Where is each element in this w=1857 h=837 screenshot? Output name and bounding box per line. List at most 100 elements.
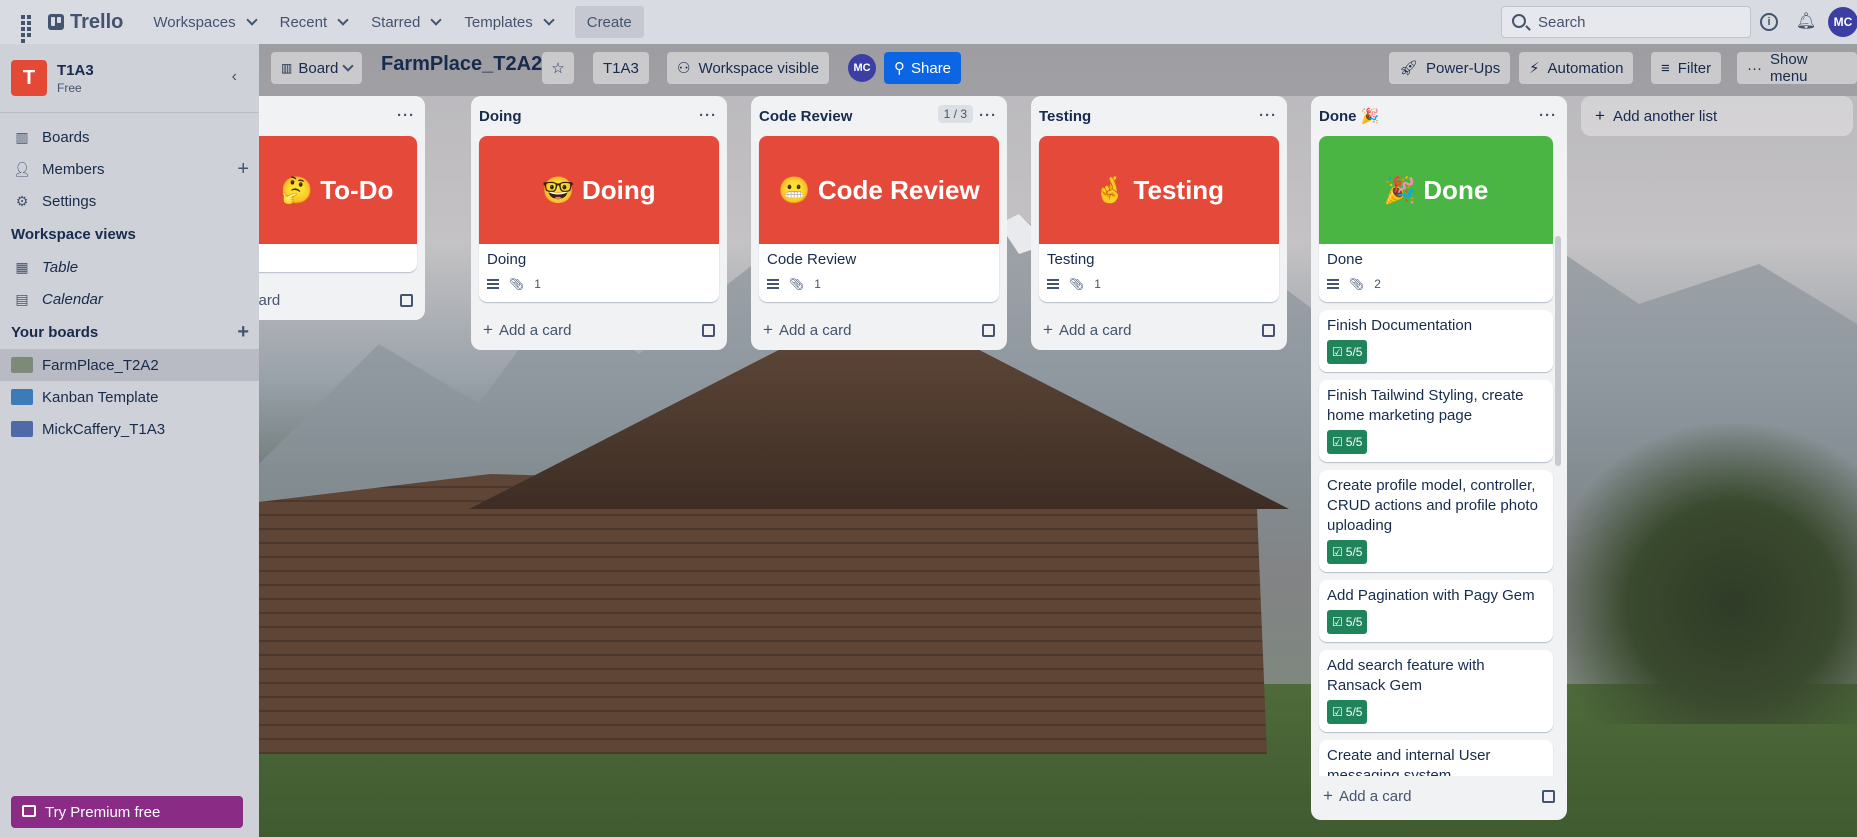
create-button[interactable]: Create: [574, 6, 644, 38]
info-icon[interactable]: i: [1760, 13, 1778, 31]
list-card[interactable]: 🤓 Doing Doing 📎︎ 1: [479, 136, 719, 302]
sidebar-board-kanban-template[interactable]: Kanban Template: [0, 381, 259, 413]
list-card[interactable]: Add search feature with Ransack Gem ☑ 5/5: [1319, 650, 1553, 732]
search-input[interactable]: Search: [1501, 6, 1751, 38]
user-avatar[interactable]: MC: [1828, 7, 1857, 37]
list-actions-icon[interactable]: ···: [1539, 107, 1557, 124]
list-card[interactable]: Finish Tailwind Styling, create home mar…: [1319, 380, 1553, 462]
templates-menu[interactable]: Templates: [452, 6, 564, 38]
sidebar-item-members[interactable]: 👤︎ Members +: [0, 153, 259, 185]
tree-line: [1547, 424, 1857, 724]
share-button[interactable]: ⚲ Share: [884, 52, 962, 84]
card-cover: 😬 Code Review: [759, 136, 999, 244]
add-card-button[interactable]: + Add a card: [471, 310, 727, 350]
description-icon: [487, 279, 499, 289]
card-limit-badge: 1 / 3: [937, 105, 973, 123]
board-title[interactable]: FarmPlace_T2A2: [381, 53, 542, 76]
chevron-down-icon: [430, 14, 443, 26]
show-menu-button[interactable]: ··· Show menu: [1737, 51, 1857, 85]
card-template-icon[interactable]: [1542, 790, 1555, 803]
trello-logo[interactable]: Trello: [48, 11, 123, 34]
star-icon[interactable]: ☆: [542, 52, 574, 84]
add-card-button[interactable]: card: [259, 280, 425, 320]
description-icon: [767, 279, 779, 289]
sidebar-item-settings[interactable]: ⚙ Settings: [0, 185, 259, 217]
list-header[interactable]: Done 🎉 ···: [1311, 96, 1567, 136]
visibility-button[interactable]: ⚇ Workspace visible: [667, 52, 830, 84]
board-thumbnail: [11, 421, 33, 437]
list-card[interactable]: 🤞 Testing Testing 📎︎ 1: [1039, 136, 1279, 302]
list-card[interactable]: 🎉 Done Done 📎︎ 2: [1319, 136, 1553, 302]
workspace-views-heading: Workspace views: [11, 225, 136, 243]
add-card-button[interactable]: + Add a card: [1311, 776, 1567, 816]
chevron-down-icon: [245, 14, 258, 26]
board-icon: ▥: [281, 61, 293, 75]
attachment-icon: 📎︎: [509, 277, 525, 291]
list-card[interactable]: Create profile model, controller, CRUD a…: [1319, 470, 1553, 572]
sidebar-board-farmplace[interactable]: FarmPlace_T2A2: [0, 349, 259, 381]
collapse-sidebar-icon[interactable]: ‹: [232, 68, 237, 86]
add-another-list-button[interactable]: + Add another list: [1581, 96, 1853, 136]
workspace-sidebar: T T1A3 Free ‹ ▥ Boards 👤︎ Members + ⚙ Settin…: [0, 44, 259, 837]
checklist-badge: ☑ 5/5: [1327, 540, 1368, 564]
sidebar-item-table[interactable]: ▦ Table: [0, 251, 259, 283]
recent-menu[interactable]: Recent: [268, 6, 360, 38]
sidebar-board-mickcaffery[interactable]: MickCaffery_T1A3: [0, 413, 259, 445]
list-card[interactable]: 😬 Code Review Code Review 📎︎ 1: [759, 136, 999, 302]
board-view-switcher[interactable]: ▥ Board: [271, 52, 363, 84]
list-todo: ··· 🤔 To-Do card: [259, 96, 425, 320]
list-actions-icon[interactable]: ···: [699, 107, 717, 124]
list-actions-icon[interactable]: ···: [1259, 107, 1277, 124]
sidebar-item-boards[interactable]: ▥ Boards: [0, 121, 259, 153]
list-header[interactable]: Doing ···: [471, 96, 727, 136]
card-template-icon[interactable]: [982, 324, 995, 337]
list-actions-icon[interactable]: ···: [397, 107, 415, 124]
list-header[interactable]: ···: [259, 96, 425, 136]
workspaces-menu[interactable]: Workspaces: [141, 6, 267, 38]
description-icon: [1047, 279, 1059, 289]
person-icon: 👤︎: [13, 160, 31, 177]
add-member-icon[interactable]: +: [237, 158, 249, 181]
add-card-button[interactable]: + Add a card: [751, 310, 1007, 350]
workspace-button[interactable]: T1A3: [593, 52, 649, 84]
notifications-bell-icon[interactable]: 🔔︎: [1796, 11, 1816, 31]
attachment-icon: 📎︎: [1069, 277, 1085, 291]
list-done: Done 🎉 ··· 🎉 Done Done 📎︎ 2 Finish Documen…: [1311, 96, 1567, 820]
plus-icon: +: [1595, 106, 1605, 125]
attachment-icon: 📎︎: [789, 277, 805, 291]
card-cover: 🤓 Doing: [479, 136, 719, 244]
workspace-badge[interactable]: T: [11, 60, 47, 96]
list-card[interactable]: Finish Documentation ☑ 5/5: [1319, 310, 1553, 372]
list-card[interactable]: Add Pagination with Pagy Gem ☑ 5/5: [1319, 580, 1553, 642]
checklist-badge: ☑ 5/5: [1327, 430, 1368, 454]
list-code-review: Code Review 1 / 3 ··· 😬 Code Review Code R…: [751, 96, 1007, 350]
power-ups-button[interactable]: 🚀︎ Power-Ups: [1389, 52, 1511, 84]
card-template-icon[interactable]: [702, 324, 715, 337]
add-person-icon: ⚲: [894, 60, 905, 77]
people-icon: ⚇: [677, 60, 691, 77]
sidebar-item-calendar[interactable]: ▤ Calendar: [0, 283, 259, 315]
list-header[interactable]: Code Review 1 / 3 ···: [751, 96, 1007, 136]
card-cover: 🤔 To-Do: [259, 136, 417, 244]
list-header[interactable]: Testing ···: [1031, 96, 1287, 136]
plus-icon: +: [1323, 786, 1333, 805]
starred-menu[interactable]: Starred: [359, 6, 452, 38]
list-card[interactable]: Create and internal User messaging syste…: [1319, 740, 1553, 776]
top-navigation-bar: Trello Workspaces Recent Starred Templat…: [0, 0, 1857, 44]
member-avatar[interactable]: MC: [848, 54, 876, 82]
list-actions-icon[interactable]: ···: [979, 107, 997, 124]
filter-icon: ≡: [1661, 59, 1670, 77]
try-premium-button[interactable]: Try Premium free: [11, 796, 243, 828]
card-template-icon[interactable]: [1262, 324, 1275, 337]
list-scrollbar[interactable]: [1555, 236, 1561, 466]
trello-logo-icon: [48, 14, 64, 30]
plus-icon: +: [1043, 320, 1053, 339]
add-board-icon[interactable]: +: [237, 321, 249, 344]
filter-button[interactable]: ≡ Filter: [1651, 52, 1722, 84]
list-card[interactable]: 🤔 To-Do: [259, 136, 417, 272]
card-template-icon[interactable]: [400, 294, 413, 307]
workspace-title: T1A3 Free: [57, 61, 94, 95]
automation-button[interactable]: ⚡︎ Automation: [1519, 52, 1634, 84]
app-switcher-icon[interactable]: [18, 12, 38, 43]
add-card-button[interactable]: + Add a card: [1031, 310, 1287, 350]
